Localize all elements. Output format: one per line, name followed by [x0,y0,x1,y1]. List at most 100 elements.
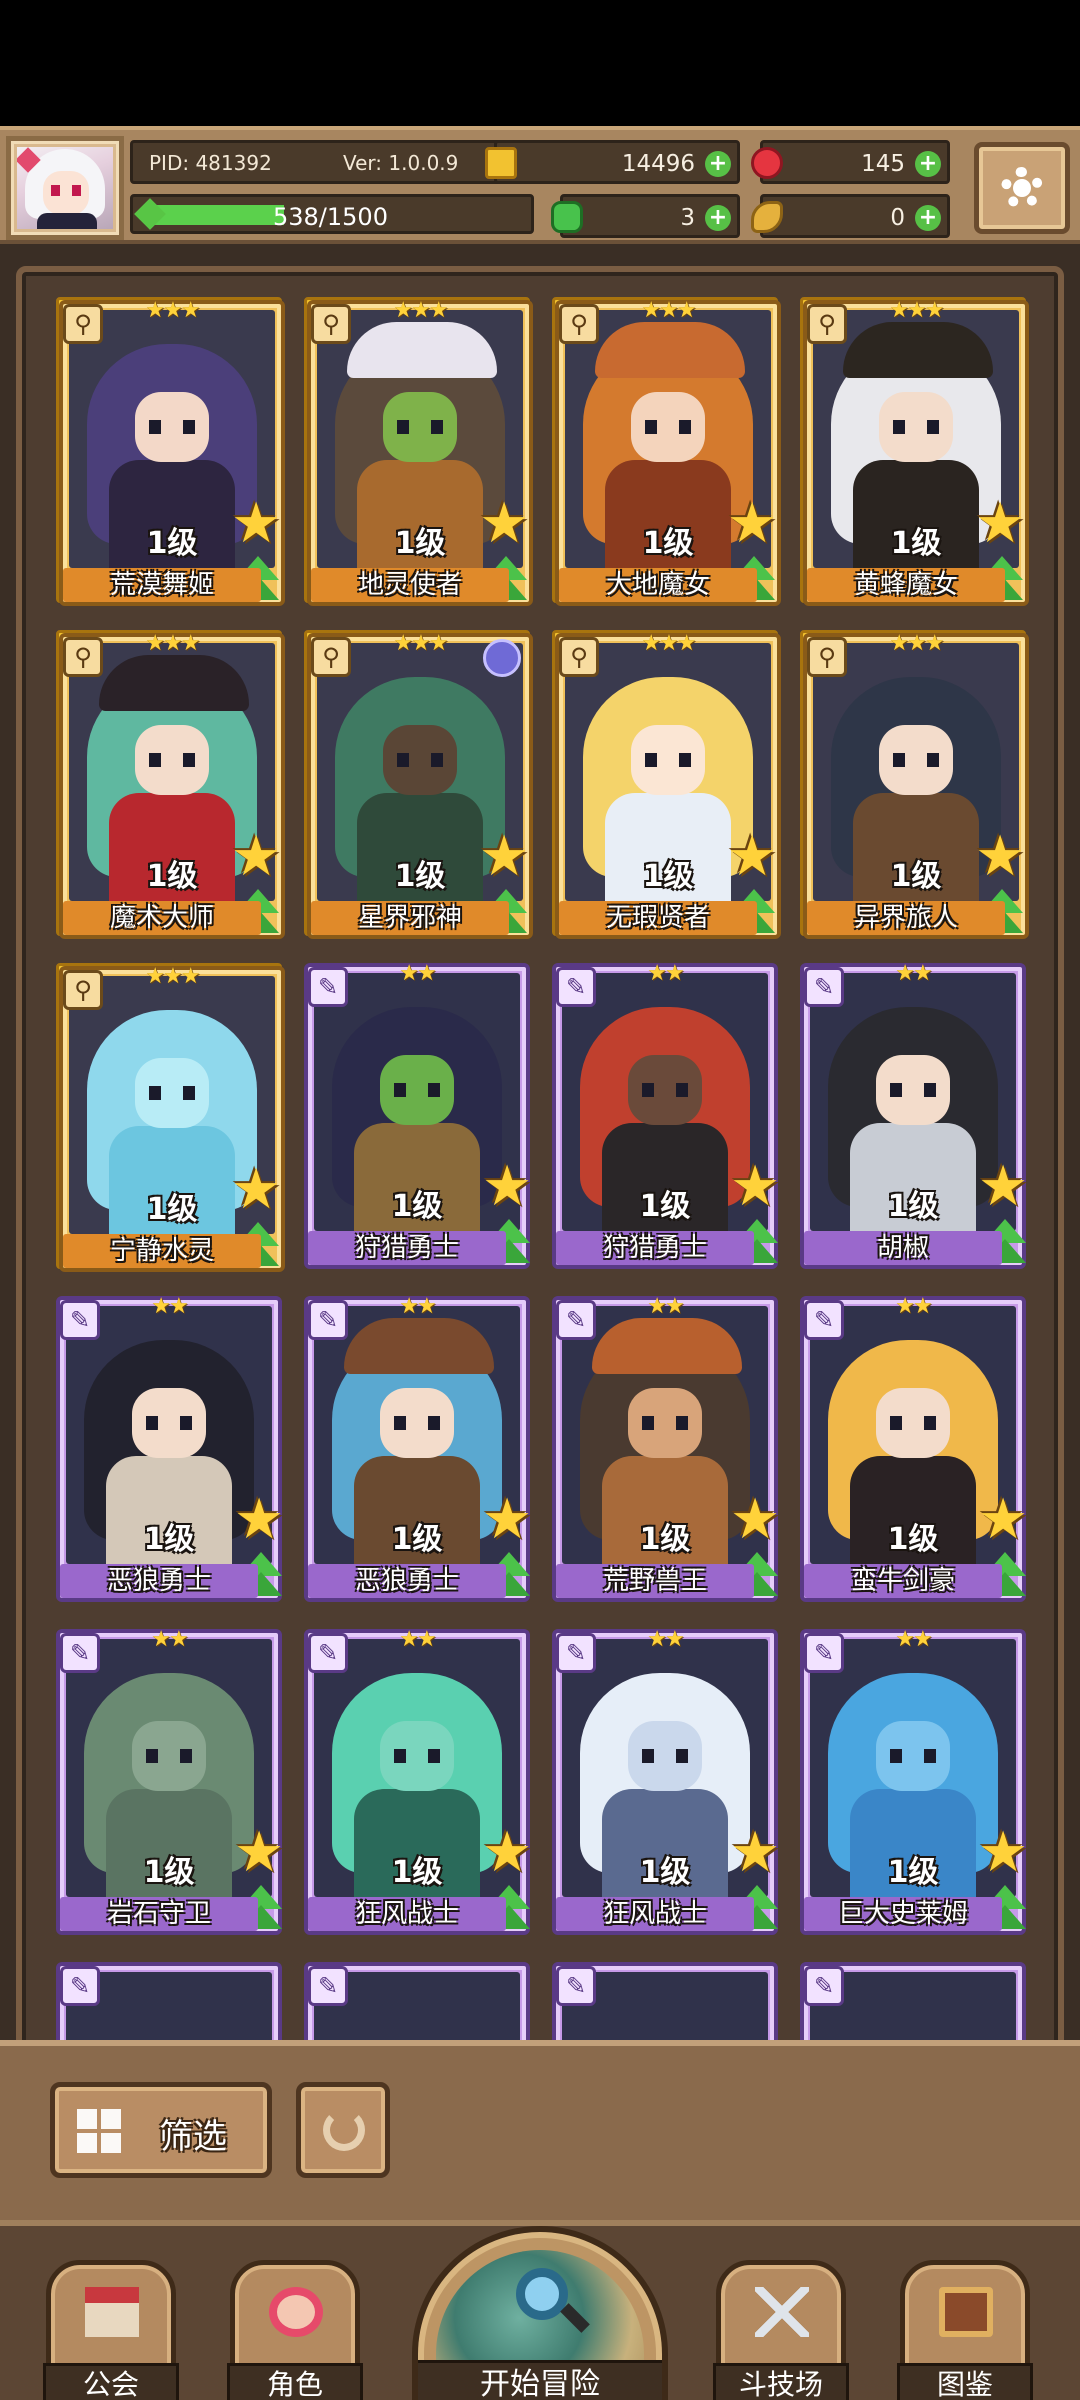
filter-button[interactable]: 筛选 [50,2082,272,2178]
card-name: 异界旅人 [807,901,1005,935]
card-name: 大地魔女 [559,568,757,602]
card-name: 狂风战士 [556,1897,754,1931]
card-name: 无瑕贤者 [559,901,757,935]
card-name: 胡椒 [804,1231,1002,1265]
nav-guild[interactable]: 公会 [43,2260,179,2400]
star-upgrade-icon: ★ [978,1820,1029,1885]
nav-character[interactable]: 角色 [227,2260,363,2400]
character-card[interactable]: ★★ ✎ 1级 ★ 狩猎勇士 [304,961,532,1269]
star-upgrade-icon: ★ [978,1487,1029,1552]
class-icon: ⚲ [559,637,599,677]
class-icon: ✎ [60,1300,100,1340]
class-icon: ✎ [308,1966,348,2006]
card-name: 狩猎勇士 [308,1231,506,1265]
class-icon: ✎ [804,1633,844,1673]
star-upgrade-icon: ★ [234,1820,285,1885]
clover-value: 3 [680,205,695,231]
star-upgrade-icon: ★ [479,824,530,889]
xp-bar-fill [155,205,284,225]
character-card[interactable]: ★★ ✎ 1级 ★ 胡椒 [800,961,1028,1269]
element-orb-icon [483,639,521,677]
player-id: PID: 481392 [149,151,272,175]
class-icon: ✎ [804,1966,844,2006]
add-ruby-button[interactable]: + [915,151,941,177]
star-upgrade-icon: ★ [231,1157,282,1222]
xp-icon [134,198,166,230]
character-list-panel: ★★★ ⚲ 1级 ★ 荒漠舞姬 ★★★ ⚲ 1级 ★ 地灵使者 ★ ★★ ⚲ 1级… [0,244,1080,2056]
character-card[interactable]: ★★★ ⚲ 1级 ★ 无瑕贤者 [552,630,781,939]
book-icon [939,2287,993,2337]
star-upgrade-icon: ★ [482,1820,533,1885]
card-name: 狩猎勇士 [556,1231,754,1265]
avatar-portrait [17,147,113,229]
character-card[interactable]: ★★ ✎ 1级 ★ 恶狼勇士 [56,1294,284,1602]
reset-button[interactable] [296,2082,390,2178]
nav-codex[interactable]: 图鉴 [897,2260,1033,2400]
character-card[interactable]: ★★ ✎ 1级 ★ 荒野兽王 [552,1294,780,1602]
crossed-swords-icon [755,2287,809,2337]
horn-value: 0 [890,205,905,231]
card-name: 巨大史莱姆 [804,1897,1002,1931]
guild-house-icon [85,2287,139,2337]
card-name: 地灵使者 [311,568,509,602]
character-face-icon [269,2287,323,2337]
card-name: 岩石守卫 [60,1897,258,1931]
character-grid-frame[interactable]: ★★★ ⚲ 1级 ★ 荒漠舞姬 ★★★ ⚲ 1级 ★ 地灵使者 ★ ★★ ⚲ 1级… [16,266,1064,2056]
add-horn-button[interactable]: + [915,205,941,231]
character-card[interactable]: ★★ ✎ 1级 ★ 蛮牛剑豪 [800,1294,1028,1602]
card-name: 狂风战士 [308,1897,506,1931]
status-bar-area [0,0,1080,128]
class-icon: ✎ [804,1300,844,1340]
class-icon: ⚲ [559,304,599,344]
nav-start-adventure[interactable]: 开始冒险 [412,2226,668,2400]
card-name: 黄蜂魔女 [807,568,1005,602]
star-upgrade-icon: ★ [978,1154,1029,1219]
character-card[interactable]: ★★ ✎ 1级 ★ 巨大史莱姆 [800,1627,1028,1935]
add-clover-button[interactable]: + [705,205,731,231]
character-card[interactable]: ★★ ✎ 1级 ★ 岩石守卫 [56,1627,284,1935]
version-label: Ver: 1.0.0.9 [343,151,459,175]
character-card[interactable]: ★★★ ⚲ 1级 ★ 异界旅人 [800,630,1029,939]
character-card[interactable]: ★★★ ⚲ 1级 ★ 黄蜂魔女 [800,297,1029,606]
character-card[interactable]: ★★ ✎ 1级 ★ 狩猎勇士 [552,961,780,1269]
star-upgrade-icon: ★ [727,824,778,889]
class-icon: ✎ [60,1966,100,2006]
card-name: 宁静水灵 [63,1234,261,1268]
ruby-currency: 145 + [751,140,950,184]
list-controls: 筛选 [0,2040,1080,2220]
class-icon: ✎ [308,1300,348,1340]
character-card[interactable]: ★★★ ⚲ 1级 ★ 魔术大师 [56,630,285,939]
character-card[interactable]: ★★ ✎ 1级 ★ 狂风战士 [304,1627,532,1935]
filter-label: 筛选 [159,2117,227,2157]
class-icon: ⚲ [63,304,103,344]
class-icon: ⚲ [311,637,351,677]
character-card[interactable]: ★★ ✎ 1级 ★ 狂风战士 [552,1627,780,1935]
class-icon: ✎ [556,1633,596,1673]
ruby-value: 145 [861,151,905,177]
nav-arena[interactable]: 斗技场 [713,2260,849,2400]
character-card[interactable]: ★★★ ⚲ 1级 ★ 荒漠舞姬 [56,297,285,606]
character-card[interactable]: ★★★ ⚲ 1级 ★ 星界邪神 [304,630,533,939]
character-card[interactable]: ★★★ ⚲ 1级 ★ 地灵使者 [304,297,533,606]
star-upgrade-icon: ★ [975,491,1026,556]
horn-currency: 0 + [751,194,950,238]
nav-arena-label: 斗技场 [713,2363,849,2400]
nav-character-label: 角色 [227,2363,363,2400]
card-name: 蛮牛剑豪 [804,1564,1002,1598]
class-icon: ✎ [804,967,844,1007]
character-card[interactable]: ★★ ✎ 1级 ★ 恶狼勇士 [304,1294,532,1602]
character-card[interactable]: ★★★ ⚲ 1级 ★ 大地魔女 [552,297,781,606]
star-upgrade-icon: ★ [482,1487,533,1552]
ruby-icon [751,147,783,179]
add-gold-button[interactable]: + [705,151,731,177]
class-icon: ⚲ [63,637,103,677]
xp-value: 538/1500 [273,203,388,231]
card-name: 荒漠舞姬 [63,568,261,602]
card-name: 荒野兽王 [556,1564,754,1598]
player-avatar[interactable] [6,136,124,240]
top-header: PID: 481392 Ver: 1.0.0.9 538/1500 14496 … [0,126,1080,244]
character-card[interactable]: ★★★ ⚲ 1级 ★ 宁静水灵 [56,963,285,1272]
star-upgrade-icon: ★ [727,491,778,556]
refresh-icon [323,2109,365,2151]
settings-button[interactable] [974,142,1070,234]
